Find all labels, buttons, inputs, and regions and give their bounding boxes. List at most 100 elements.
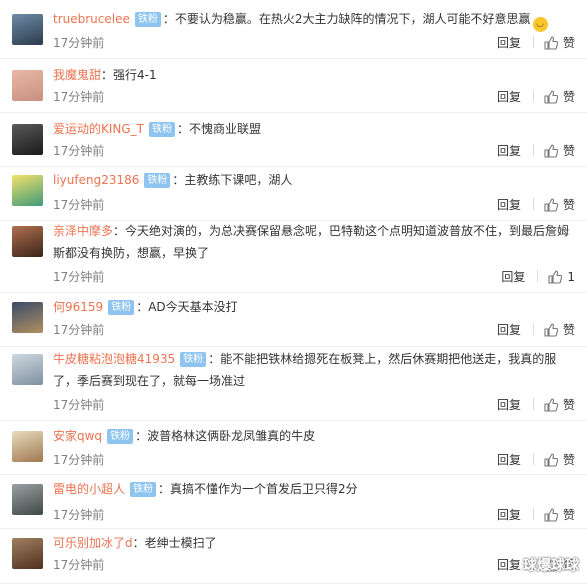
comment-text: 可乐别加冰了d：老绅士模扫了 xyxy=(53,532,577,554)
like-count: 1 xyxy=(567,270,575,284)
avatar[interactable] xyxy=(12,226,43,257)
avatar[interactable] xyxy=(12,302,43,333)
timestamp: 17分钟前 xyxy=(53,558,105,572)
like-count: 赞 xyxy=(562,144,575,158)
comment-message: ：真搞不懂作为一个首发后卫只得2分 xyxy=(158,482,358,496)
fan-badge: 铁粉 xyxy=(144,173,171,188)
comment-text: truebrucelee 铁粉 ：不要认为稳赢。在热火2大主力缺阵的情况下，湖人可能… xyxy=(53,8,577,32)
comment-item: 雷电的小超人 铁粉 ：真搞不懂作为一个首发后卫只得2分 17分钟前 回复 赞 xyxy=(0,474,587,529)
fan-badge: 铁粉 xyxy=(108,300,135,315)
reply-button[interactable]: 回复 xyxy=(497,558,521,572)
comment-text: 何96159 铁粉 ：AD今天基本没打 xyxy=(53,296,577,318)
like-count: 赞 xyxy=(562,398,575,412)
reply-button[interactable]: 回复 xyxy=(497,198,521,212)
comment-item: truebrucelee 铁粉 ：不要认为稳赢。在热火2大主力缺阵的情况下，湖人可能… xyxy=(0,0,587,59)
like-button[interactable]: 赞 xyxy=(544,323,575,337)
reply-button[interactable]: 回复 xyxy=(497,90,521,104)
avatar[interactable] xyxy=(12,124,43,155)
like-count: 赞 xyxy=(562,508,575,522)
reply-button[interactable]: 回复 xyxy=(497,144,521,158)
comment-message: ：主教练下课吧，湖人 xyxy=(172,173,293,187)
timestamp: 17分钟前 xyxy=(53,508,105,522)
reply-button[interactable]: 回复 xyxy=(497,398,521,412)
comment-message: ：老绅士模扫了 xyxy=(132,536,217,550)
watermark: 球爆球球 xyxy=(523,558,579,574)
comment-message: ：强行4-1 xyxy=(101,68,157,82)
action-divider xyxy=(532,198,534,210)
username-link[interactable]: 雷电的小超人 xyxy=(53,482,125,496)
username-link[interactable]: 亲泽中摩多 xyxy=(53,224,113,238)
username-link[interactable]: liyufeng23186 xyxy=(53,173,139,187)
timestamp: 17分钟前 xyxy=(53,90,105,104)
thumbs-up-icon xyxy=(544,198,563,212)
avatar[interactable] xyxy=(12,175,43,206)
timestamp: 17分钟前 xyxy=(53,398,105,412)
username-link[interactable]: 爱运动的KING_T xyxy=(53,122,144,136)
comment-message: ：不要认为稳赢。在热火2大主力缺阵的情况下，湖人可能不好意思赢 xyxy=(162,12,531,26)
reply-button[interactable]: 回复 xyxy=(501,270,525,284)
like-count: 赞 xyxy=(562,90,575,104)
comment-item: 牛皮糖粘泡泡糖41935 铁粉 ：能不能把铁林给摁死在板凳上，然后休赛期把他送走，我… xyxy=(0,346,587,421)
like-count: 赞 xyxy=(562,198,575,212)
like-button[interactable]: 赞 xyxy=(544,36,575,50)
thumbs-up-icon xyxy=(544,144,563,158)
comment-text: 亲泽中摩多：今天绝对演的，为总决赛保留悬念呢，巴特勒这个点明知道波普放不住，到最… xyxy=(53,220,577,264)
thumbs-up-icon xyxy=(544,323,563,337)
timestamp: 17分钟前 xyxy=(53,270,105,284)
like-button[interactable]: 赞 xyxy=(544,144,575,158)
comment-item: 亲泽中摩多：今天绝对演的，为总决赛保留悬念呢，巴特勒这个点明知道波普放不住，到最… xyxy=(0,220,587,293)
username-link[interactable]: 牛皮糖粘泡泡糖41935 xyxy=(53,352,175,366)
avatar[interactable] xyxy=(12,70,43,101)
comment-message: ：今天绝对演的，为总决赛保留悬念呢，巴特勒这个点明知道波普放不住，到最后詹姆斯都… xyxy=(53,224,570,260)
like-count: 赞 xyxy=(562,323,575,337)
fan-badge: 铁粉 xyxy=(130,482,157,497)
grinning-sweat-emoji: ◡ xyxy=(532,17,548,32)
reply-button[interactable]: 回复 xyxy=(497,323,521,337)
action-divider xyxy=(532,323,534,335)
fan-badge: 铁粉 xyxy=(134,12,161,27)
like-button[interactable]: 赞 xyxy=(544,398,575,412)
action-divider xyxy=(532,508,534,520)
username-link[interactable]: truebrucelee xyxy=(53,12,130,26)
comment-text: 爱运动的KING_T 铁粉 ：不愧商业联盟 xyxy=(53,118,577,140)
like-button[interactable]: 赞 xyxy=(544,453,575,467)
action-divider xyxy=(532,36,534,48)
comment-item: 爱运动的KING_T 铁粉 ：不愧商业联盟 17分钟前 回复 赞 xyxy=(0,112,587,167)
avatar[interactable] xyxy=(12,354,43,385)
username-link[interactable]: 安家qwq xyxy=(53,429,102,443)
like-count: 赞 xyxy=(562,36,575,50)
like-button[interactable]: 1 xyxy=(548,270,575,284)
avatar[interactable] xyxy=(12,484,43,515)
comment-message: ：波普格林这俩卧龙凤雏真的牛皮 xyxy=(135,429,316,443)
comment-item: 何96159 铁粉 ：AD今天基本没打 17分钟前 回复 赞 xyxy=(0,292,587,347)
timestamp: 17分钟前 xyxy=(53,144,105,158)
avatar[interactable] xyxy=(12,538,43,569)
comment-item: liyufeng23186 铁粉 ：主教练下课吧，湖人 17分钟前 回复 赞 xyxy=(0,166,587,221)
comment-text: 牛皮糖粘泡泡糖41935 铁粉 ：能不能把铁林给摁死在板凳上，然后休赛期把他送走，我… xyxy=(53,348,577,392)
username-link[interactable]: 我魔鬼甜 xyxy=(53,68,101,82)
fan-badge: 铁粉 xyxy=(149,122,176,137)
username-link[interactable]: 何96159 xyxy=(53,300,103,314)
comment-item: 安家qwq 铁粉 ：波普格林这俩卧龙凤雏真的牛皮 17分钟前 回复 赞 xyxy=(0,420,587,475)
like-button[interactable]: 赞 xyxy=(544,198,575,212)
fan-badge: 铁粉 xyxy=(180,352,207,367)
like-button[interactable]: 赞 xyxy=(544,90,575,104)
action-divider xyxy=(532,398,534,410)
action-divider xyxy=(537,270,539,282)
comment-item: 我魔鬼甜：强行4-1 17分钟前 回复 赞 xyxy=(0,58,587,113)
timestamp: 17分钟前 xyxy=(53,453,105,467)
avatar[interactable] xyxy=(12,431,43,462)
timestamp: 17分钟前 xyxy=(53,198,105,212)
like-count: 赞 xyxy=(562,453,575,467)
comment-message: ：AD今天基本没打 xyxy=(136,300,238,314)
username-link[interactable]: 可乐别加冰了d xyxy=(53,536,133,550)
fan-badge: 铁粉 xyxy=(107,429,134,444)
reply-button[interactable]: 回复 xyxy=(497,508,521,522)
like-button[interactable]: 赞 xyxy=(544,508,575,522)
reply-button[interactable]: 回复 xyxy=(497,453,521,467)
avatar[interactable] xyxy=(12,14,43,45)
comment-item: 可乐别加冰了d：老绅士模扫了 17分钟前 回复赞 xyxy=(0,528,587,584)
reply-button[interactable]: 回复 xyxy=(497,36,521,50)
comment-text: 安家qwq 铁粉 ：波普格林这俩卧龙凤雏真的牛皮 xyxy=(53,425,577,447)
thumbs-up-icon xyxy=(544,453,563,467)
